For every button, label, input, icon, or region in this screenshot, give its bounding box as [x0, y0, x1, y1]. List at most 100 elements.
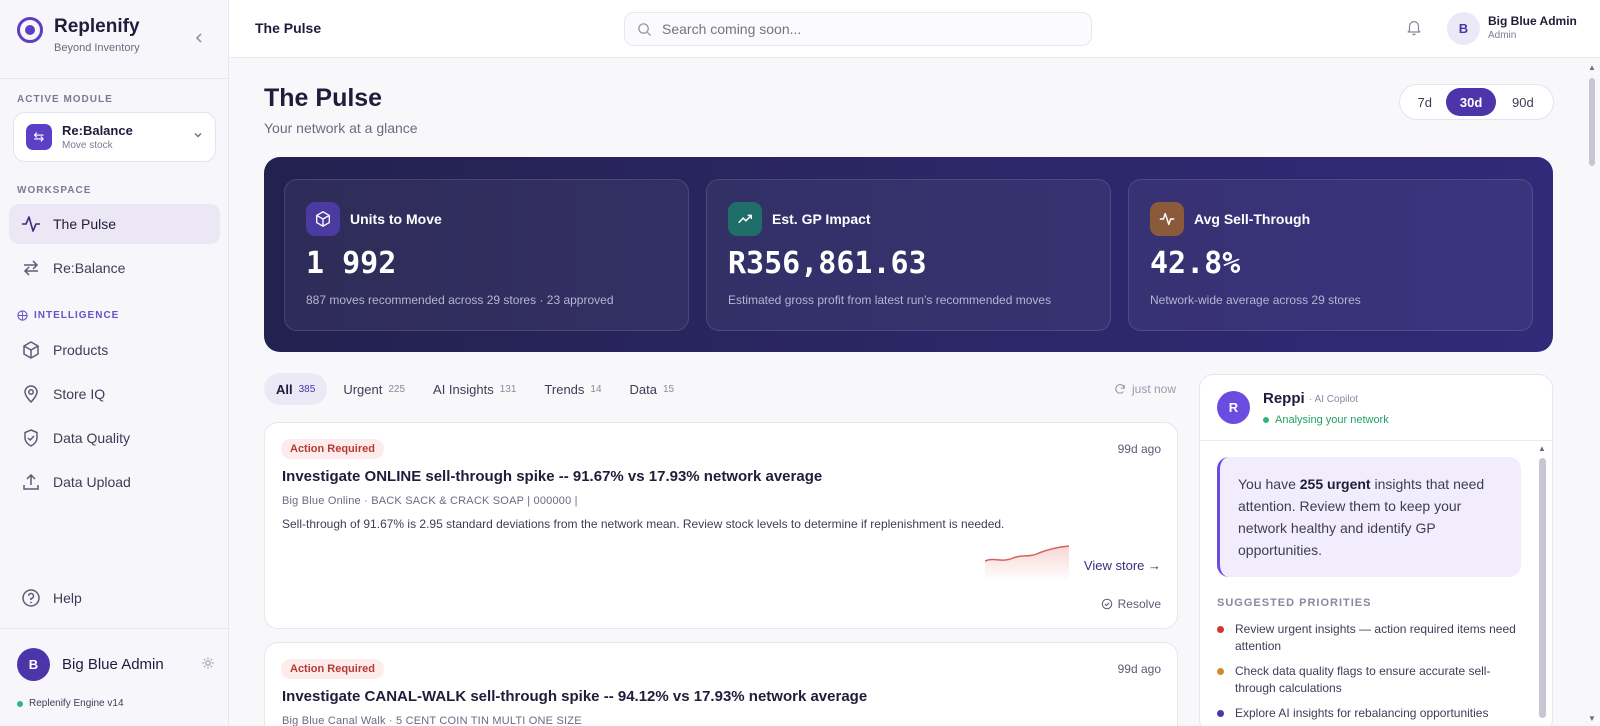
sidebar-item-label: Help — [53, 590, 82, 606]
collapse-sidebar-button[interactable] — [190, 30, 208, 48]
kpi-card-units-to-move: Units to Move 1 992 887 moves recommende… — [284, 179, 689, 331]
insight-title[interactable]: Investigate CANAL-WALK sell-through spik… — [282, 688, 867, 705]
tab-trends[interactable]: Trends 14 — [532, 373, 613, 405]
kpi-card-gp-impact: Est. GP Impact R356,861.63 Estimated gro… — [706, 179, 1111, 331]
priority-item[interactable]: Review urgent insights — action required… — [1217, 621, 1527, 655]
module-selector[interactable]: ⇆ Re:Balance Move stock — [13, 112, 216, 162]
page-title: The Pulse — [264, 84, 383, 112]
sidebar-item-products[interactable]: Products — [9, 330, 220, 370]
arrows-swap-icon — [21, 258, 41, 278]
kpi-value: 42.8% — [1150, 246, 1241, 281]
range-30d-button[interactable]: 30d — [1446, 88, 1496, 116]
search-input[interactable] — [662, 21, 1062, 37]
sidebar-item-help[interactable]: Help — [9, 578, 220, 618]
sidebar-item-label: Store IQ — [53, 386, 106, 402]
status-badge: Action Required — [281, 659, 384, 679]
active-module-label: ACTIVE MODULE — [17, 94, 113, 105]
shield-check-icon — [21, 428, 41, 448]
user-role: Admin — [1488, 30, 1517, 41]
bell-icon[interactable] — [1405, 18, 1423, 41]
refresh-button[interactable]: just now — [1114, 382, 1176, 396]
insight-card: Action Required 99d ago Investigate ONLI… — [264, 422, 1178, 629]
workspace-label: WORKSPACE — [17, 185, 92, 196]
kpi-value: R356,861.63 — [728, 246, 927, 281]
suggested-priorities-label: SUGGESTED PRIORITIES — [1217, 597, 1372, 609]
kpi-description: Estimated gross profit from latest run's… — [728, 293, 1052, 307]
activity-icon — [1150, 202, 1184, 236]
topbar-user[interactable]: Big Blue Admin Admin — [1488, 14, 1577, 41]
insight-time: 99d ago — [1117, 442, 1161, 456]
topbar-title: The Pulse — [255, 20, 322, 36]
priority-item[interactable]: Check data quality flags to ensure accur… — [1217, 663, 1527, 697]
kpi-card-sell-through: Avg Sell-Through 42.8% Network-wide aver… — [1128, 179, 1533, 331]
insight-time: 99d ago — [1117, 662, 1161, 676]
page-scroll-up-arrow[interactable]: ▲ — [1588, 63, 1596, 72]
tab-urgent[interactable]: Urgent 225 — [331, 373, 417, 405]
trend-up-icon — [728, 202, 762, 236]
insight-body: Sell-through of 91.67% is 2.95 standard … — [282, 517, 1005, 531]
range-7d-button[interactable]: 7d — [1403, 88, 1446, 116]
insight-meta: Big Blue Online · BACK SACK & CRACK SOAP… — [282, 495, 578, 507]
box-icon — [21, 340, 41, 360]
avatar[interactable]: B — [1447, 12, 1480, 45]
location-pin-icon — [21, 384, 41, 404]
tab-data[interactable]: Data 15 — [618, 373, 687, 405]
date-range-toggle: 7d 30d 90d — [1399, 84, 1554, 120]
sidebar-item-rebalance[interactable]: Re:Balance — [9, 248, 220, 288]
page-scroll-down-arrow[interactable]: ▼ — [1588, 714, 1596, 723]
sidebar-item-label: Products — [53, 342, 109, 358]
priority-dot — [1217, 668, 1224, 675]
insight-card: Action Required 99d ago Investigate CANA… — [264, 642, 1178, 726]
sidebar-item-store-iq[interactable]: Store IQ — [9, 374, 220, 414]
tab-all[interactable]: All 385 — [264, 373, 328, 405]
brand-tagline: Beyond Inventory — [54, 42, 140, 54]
search-box[interactable] — [624, 12, 1092, 46]
insight-title[interactable]: Investigate ONLINE sell-through spike --… — [282, 468, 822, 485]
copilot-header: R Reppi · AI Copilot Analysing your netw… — [1200, 375, 1552, 441]
copilot-name: Reppi — [1263, 390, 1305, 407]
chevron-down-icon — [193, 129, 203, 143]
tab-ai-insights[interactable]: AI Insights 131 — [421, 373, 528, 405]
sidebar-item-data-upload[interactable]: Data Upload — [9, 462, 220, 502]
user-name: Big Blue Admin — [1488, 14, 1577, 28]
priority-item[interactable]: Explore AI insights for rebalancing oppo… — [1217, 705, 1527, 722]
sidebar: Replenify Beyond Inventory ACTIVE MODULE… — [0, 0, 229, 726]
sidebar-user[interactable]: B Big Blue Admin — [17, 648, 217, 681]
kpi-value: 1 992 — [306, 246, 397, 281]
page-subtitle: Your network at a glance — [264, 120, 418, 136]
copilot-scrollbar[interactable] — [1539, 458, 1546, 718]
sidebar-item-label: Data Upload — [53, 474, 131, 490]
sidebar-item-label: Re:Balance — [53, 260, 126, 276]
view-store-link[interactable]: View store → — [1084, 558, 1161, 573]
status-dot — [1263, 417, 1269, 423]
sidebar-item-label: Data Quality — [53, 430, 131, 446]
search-icon — [638, 22, 652, 36]
status-dot — [17, 700, 23, 707]
copilot-role: · AI Copilot — [1309, 394, 1358, 405]
priority-dot — [1217, 710, 1224, 717]
module-subtitle: Move stock — [62, 140, 113, 151]
gear-icon[interactable] — [201, 656, 215, 673]
chevron-left-icon — [195, 33, 202, 43]
insight-tabs: All 385 Urgent 225 AI Insights 131 Trends 14… — [264, 373, 690, 405]
insight-meta: Big Blue Canal Walk · 5 CENT COIN TIN MU… — [282, 715, 582, 726]
upload-icon — [21, 472, 41, 492]
kpi-description: Network-wide average across 29 stores — [1150, 293, 1361, 307]
engine-version: Replenify Engine v14 — [17, 698, 124, 709]
status-badge: Action Required — [281, 439, 384, 459]
sidebar-item-the-pulse[interactable]: The Pulse — [9, 204, 220, 244]
kpi-title: Est. GP Impact — [772, 211, 871, 227]
sidebar-item-data-quality[interactable]: Data Quality — [9, 418, 220, 458]
scroll-up-arrow[interactable]: ▲ — [1538, 444, 1546, 453]
brain-icon — [17, 310, 28, 321]
resolve-button[interactable]: Resolve — [1101, 597, 1161, 611]
priority-dot — [1217, 626, 1224, 633]
brand[interactable]: Replenify Beyond Inventory — [17, 16, 140, 54]
kpi-description: 887 moves recommended across 29 stores ·… — [306, 293, 614, 307]
brand-name: Replenify — [54, 16, 140, 37]
user-name: Big Blue Admin — [62, 656, 164, 673]
copilot-panel: R Reppi · AI Copilot Analysing your netw… — [1199, 374, 1553, 726]
range-90d-button[interactable]: 90d — [1496, 88, 1550, 116]
page-scrollbar[interactable] — [1589, 78, 1595, 166]
sidebar-item-label: The Pulse — [53, 216, 117, 232]
